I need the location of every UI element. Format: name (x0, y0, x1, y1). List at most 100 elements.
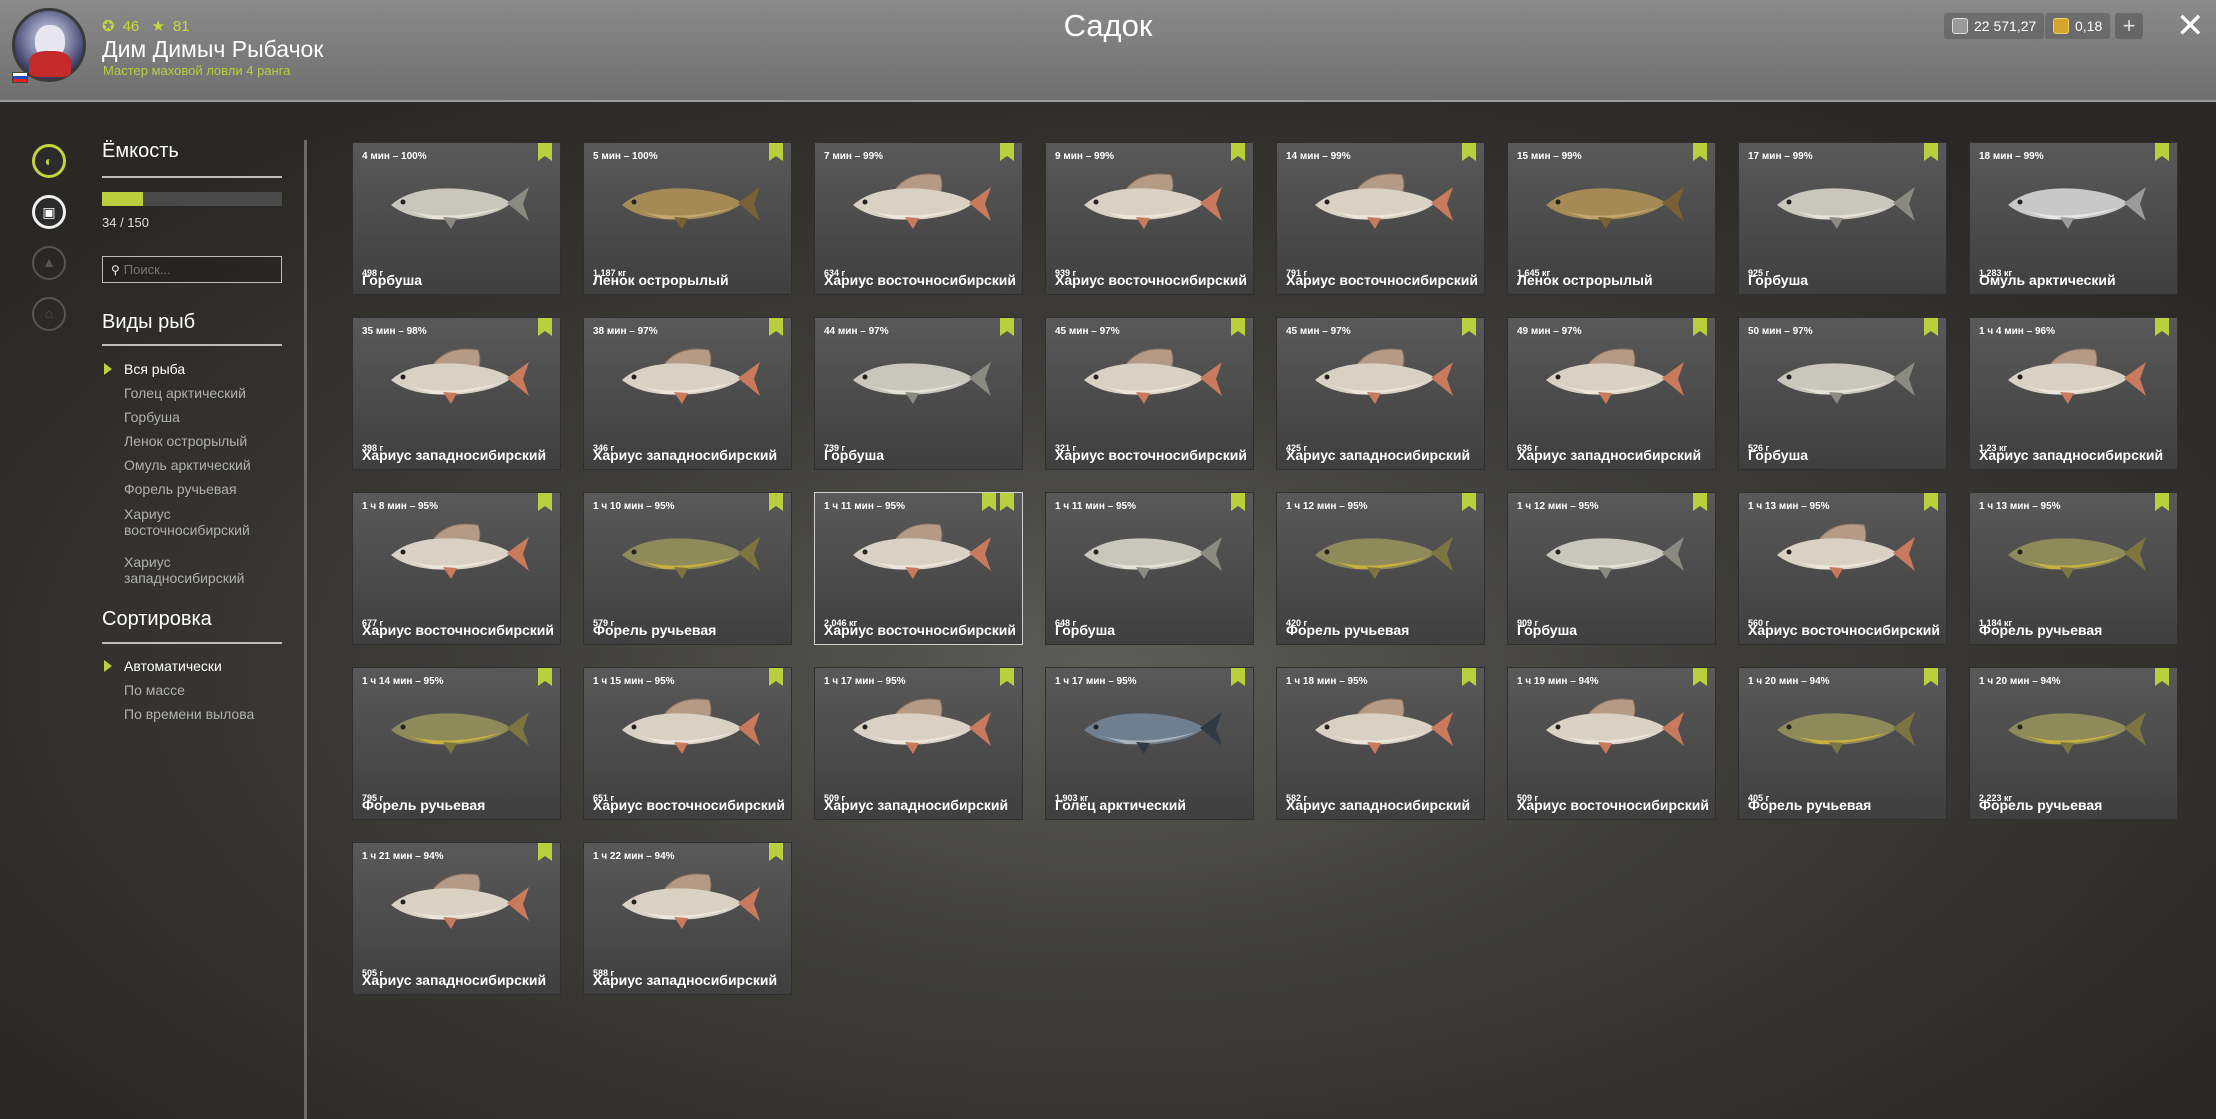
home-icon[interactable]: ⌂ (32, 297, 66, 331)
fish-name: Хариус западносибирский (1286, 447, 1471, 463)
fish-card[interactable]: 1 ч 18 мин – 95% 582 г Хариус западносибир… (1276, 667, 1485, 820)
fish-card[interactable]: 49 мин – 97% 636 г Хариус западносибирский (1507, 317, 1716, 470)
fish-name: Хариус западносибирский (1979, 447, 2164, 463)
species-filter-item[interactable]: Голец арктический (124, 385, 294, 401)
fish-card[interactable]: 38 мин – 97% 346 г Хариус западносибирский (583, 317, 792, 470)
fish-name: Хариус западносибирский (1517, 447, 1702, 463)
species-filter-item[interactable]: Ленок острорылый (124, 433, 294, 449)
fish-card[interactable]: 7 мин – 99% 634 г Хариус восточносибирский (814, 142, 1023, 295)
species-filter-item[interactable]: Вся рыба (124, 361, 294, 377)
bookmark-icon[interactable] (538, 843, 552, 861)
bookmark-icon[interactable] (1462, 668, 1476, 686)
fish-card[interactable]: 1 ч 14 мин – 95% 795 г Форель ручьевая (352, 667, 561, 820)
species-filter-item[interactable]: Горбуша (124, 409, 294, 425)
fish-card[interactable]: 1 ч 13 мин – 95% 1,184 кг Форель ручьевая (1969, 492, 2178, 645)
fish-card[interactable]: 1 ч 4 мин – 96% 1,23 кг Хариус западносиби… (1969, 317, 2178, 470)
add-currency-button[interactable]: + (2115, 13, 2143, 39)
bookmark-icon[interactable] (538, 493, 552, 511)
sort-option[interactable]: По массе (124, 682, 294, 698)
fish-card[interactable]: 9 мин – 99% 939 г Хариус восточносибирский (1045, 142, 1254, 295)
bookmark-icon[interactable] (769, 843, 783, 861)
bookmark-icon[interactable] (1231, 493, 1245, 511)
fish-card[interactable]: 35 мин – 98% 398 г Хариус западносибирский (352, 317, 561, 470)
fish-catch-time: 1 ч 13 мин – 95% (1979, 501, 2061, 512)
bookmark-icon[interactable] (982, 493, 996, 511)
bookmark-icon[interactable] (1231, 318, 1245, 336)
bookmark-icon[interactable] (1693, 668, 1707, 686)
fish-catch-time: 14 мин – 99% (1286, 151, 1351, 162)
bookmark-icon[interactable] (1000, 143, 1014, 161)
bookmark-icon[interactable] (769, 493, 783, 511)
species-filter-item[interactable]: Омуль арктический (124, 457, 294, 473)
search-field[interactable]: ⚲ (102, 256, 282, 283)
bookmark-icon[interactable] (2155, 493, 2169, 511)
fish-card[interactable]: 1 ч 12 мин – 95% 420 г Форель ручьевая (1276, 492, 1485, 645)
bookmark-icon[interactable] (1924, 668, 1938, 686)
bookmark-icon[interactable] (2155, 143, 2169, 161)
fish-card[interactable]: 5 мин – 100% 1,187 кг Ленок острорылый (583, 142, 792, 295)
bookmark-icon[interactable] (1231, 143, 1245, 161)
bookmark-icon[interactable] (1462, 143, 1476, 161)
bookmark-icon[interactable] (538, 143, 552, 161)
species-filter-item[interactable]: Хариус западносибирский (124, 554, 294, 586)
fish-card[interactable]: 14 мин – 99% 791 г Хариус восточносибирски… (1276, 142, 1485, 295)
sort-option[interactable]: Автоматически (124, 658, 294, 674)
fish-card[interactable]: 50 мин – 97% 526 г Горбуша (1738, 317, 1947, 470)
bookmark-icon[interactable] (2155, 668, 2169, 686)
bookmark-icon[interactable] (1924, 143, 1938, 161)
fish-catch-time: 35 мин – 98% (362, 326, 427, 337)
sort-option[interactable]: По времени вылова (124, 706, 294, 722)
fish-card[interactable]: 1 ч 11 мин – 95% 648 г Горбуша (1045, 492, 1254, 645)
fish-card[interactable]: 4 мин – 100% 498 г Горбуша (352, 142, 561, 295)
keepnet-icon[interactable]: ◐ (32, 144, 66, 178)
inventory-icon[interactable]: ▣ (32, 195, 66, 229)
fish-card[interactable]: 1 ч 17 мин – 95% 509 г Хариус западносибир… (814, 667, 1023, 820)
silver-coin-icon (1952, 18, 1968, 34)
capacity-bar-fill (102, 192, 143, 206)
bookmark-icon[interactable] (1000, 318, 1014, 336)
fish-card[interactable]: 1 ч 12 мин – 95% 909 г Горбуша (1507, 492, 1716, 645)
fish-card[interactable]: 45 мин – 97% 321 г Хариус восточносибирски… (1045, 317, 1254, 470)
bookmark-icon[interactable] (1924, 493, 1938, 511)
bookmark-icon[interactable] (769, 143, 783, 161)
fish-card[interactable]: 1 ч 15 мин – 95% 651 г Хариус восточносиби… (583, 667, 792, 820)
bookmark-icon[interactable] (769, 318, 783, 336)
bookmark-icon[interactable] (1462, 318, 1476, 336)
bookmark-icon[interactable] (2155, 318, 2169, 336)
bookmark-icon[interactable] (538, 318, 552, 336)
fish-card[interactable]: 1 ч 13 мин – 95% 560 г Хариус восточносиби… (1738, 492, 1947, 645)
camp-icon[interactable]: ▲ (32, 246, 66, 280)
fish-name: Хариус восточносибирский (1748, 622, 1941, 638)
fish-name: Форель ручьевая (1286, 622, 1410, 638)
fish-card[interactable]: 44 мин – 97% 739 г Горбуша (814, 317, 1023, 470)
fish-card[interactable]: 1 ч 8 мин – 95% 677 г Хариус восточносибир… (352, 492, 561, 645)
fish-card[interactable]: 1 ч 11 мин – 95% 2,046 кг Хариус восточнос… (814, 492, 1023, 645)
bookmark-icon[interactable] (1693, 318, 1707, 336)
close-button[interactable]: ✕ (2176, 8, 2205, 44)
species-filter-item[interactable]: Хариус восточносибирский (124, 506, 294, 538)
bookmark-icon[interactable] (1693, 143, 1707, 161)
bookmark-icon[interactable] (769, 668, 783, 686)
fish-catch-time: 1 ч 12 мин – 95% (1517, 501, 1599, 512)
fish-card[interactable]: 1 ч 10 мин – 95% 579 г Форель ручьевая (583, 492, 792, 645)
bookmark-icon[interactable] (538, 668, 552, 686)
species-filter-item[interactable]: Форель ручьевая (124, 481, 294, 497)
fish-card[interactable]: 15 мин – 99% 1,645 кг Ленок острорылый (1507, 142, 1716, 295)
bookmark-icon[interactable] (1462, 493, 1476, 511)
fish-card[interactable]: 1 ч 19 мин – 94% 509 г Хариус восточносиби… (1507, 667, 1716, 820)
fish-card[interactable]: 1 ч 17 мин – 95% 1,903 кг Голец арктически… (1045, 667, 1254, 820)
bookmark-icon[interactable] (1000, 493, 1014, 511)
fish-catch-time: 7 мин – 99% (824, 151, 884, 162)
bookmark-icon[interactable] (1000, 668, 1014, 686)
fish-card[interactable]: 17 мин – 99% 925 г Горбуша (1738, 142, 1947, 295)
fish-card[interactable]: 1 ч 22 мин – 94% 588 г Хариус западносибир… (583, 842, 792, 995)
fish-card[interactable]: 1 ч 20 мин – 94% 405 г Форель ручьевая (1738, 667, 1947, 820)
search-input[interactable] (119, 262, 264, 277)
fish-card[interactable]: 45 мин – 97% 425 г Хариус западносибирский (1276, 317, 1485, 470)
fish-card[interactable]: 1 ч 21 мин – 94% 505 г Хариус западносибир… (352, 842, 561, 995)
bookmark-icon[interactable] (1231, 668, 1245, 686)
bookmark-icon[interactable] (1924, 318, 1938, 336)
fish-card[interactable]: 18 мин – 99% 1,283 кг Омуль арктический (1969, 142, 2178, 295)
bookmark-icon[interactable] (1693, 493, 1707, 511)
fish-card[interactable]: 1 ч 20 мин – 94% 2,223 кг Форель ручьевая (1969, 667, 2178, 820)
